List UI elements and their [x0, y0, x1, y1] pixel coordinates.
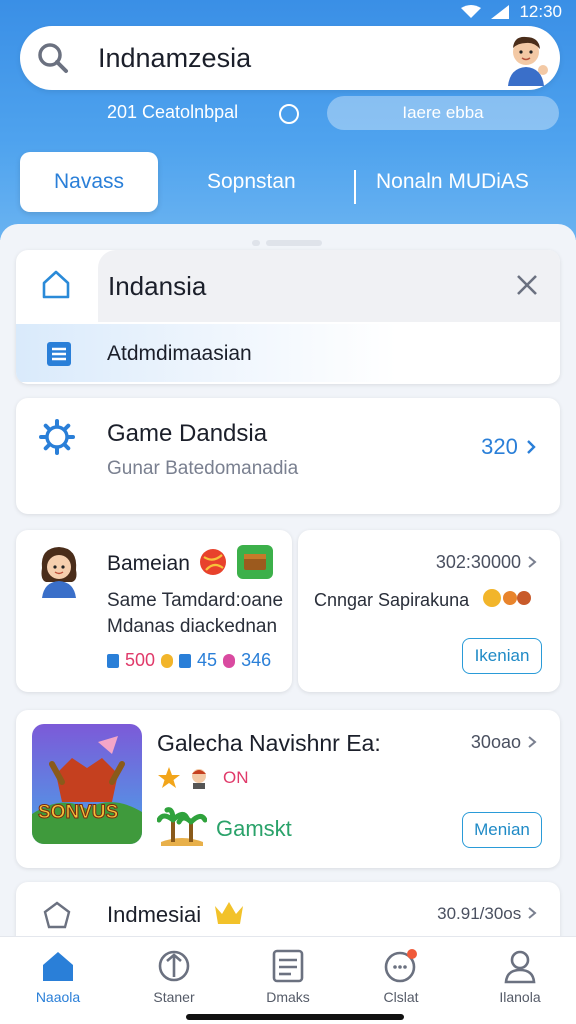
location-label: 201 Ceatolnbpal [107, 102, 239, 122]
nav-label: Clslat [383, 989, 419, 1005]
home-icon [42, 270, 70, 299]
tab-bar: Navass Sopnstan Nonaln MUDiAS [20, 152, 560, 214]
close-icon[interactable] [514, 272, 540, 298]
feature-card-number: 30oao [470, 732, 521, 752]
ball-icon [200, 549, 226, 575]
user-card-line2: Mdanas diackednan [107, 616, 278, 637]
app-header: 12:30 Indnamzesia 201 Ceatolnbpal Iaere … [0, 0, 576, 240]
wifi-icon [461, 5, 482, 18]
game-artwork[interactable]: SONVUS [32, 724, 142, 844]
palm-island-icon [157, 807, 207, 846]
filter-pill[interactable]: Iaere ebba [327, 96, 559, 130]
game-card-title: Game Dandsia [107, 420, 268, 447]
nav-label: Naaola [35, 989, 81, 1005]
user-card-title: Bameian [107, 552, 190, 575]
stat-file-icon [107, 653, 119, 668]
sheet-handle[interactable] [252, 240, 324, 246]
chevron-right-icon [528, 556, 537, 568]
nav-label: Staner [153, 989, 195, 1005]
location-row: 201 Ceatolnbpal Iaere ebba [0, 96, 576, 130]
suggestion-row-label: Atdmdimaasian [107, 342, 252, 365]
search-icon[interactable] [36, 41, 70, 75]
gear-icon [39, 419, 75, 455]
profile-icon [504, 950, 536, 984]
chat-icon [384, 949, 417, 983]
stat-2: 45 [197, 650, 218, 670]
feature-card-label: Gamskt [216, 816, 292, 841]
list-card-title: Indmesiai [107, 902, 202, 927]
list-card-number-row: 30.91/30os [437, 904, 538, 924]
tab-nonaln-mudias[interactable]: Nonaln MUDiAS [376, 152, 529, 212]
game-artwork-text: SONVUS [37, 802, 119, 824]
emoji-cluster-icon [483, 589, 531, 607]
bottom-nav: Naaola Staner Dmaks Clslat Ilanola [0, 936, 576, 1024]
user-avatar-icon[interactable] [498, 30, 554, 86]
document-icon [47, 342, 71, 366]
promo-card-button[interactable]: Ikenian [462, 638, 542, 674]
user-card-line1: Same Tamdard:oane [107, 590, 284, 611]
tab-sopnstan[interactable]: Sopnstan [207, 152, 296, 212]
home-icon [43, 952, 73, 981]
game-card-count[interactable]: 320 [481, 434, 538, 460]
nav-label: Ilanola [499, 989, 541, 1005]
star-icon [158, 767, 180, 788]
nav-label: Dmaks [266, 989, 310, 1005]
nav-item-dmaks[interactable]: Dmaks [240, 947, 336, 1005]
pentagon-icon [43, 901, 71, 929]
search-input[interactable]: Indnamzesia [98, 43, 498, 74]
chevron-right-icon [528, 907, 537, 919]
stat-heart-icon [223, 653, 236, 668]
game-box-icon [237, 545, 273, 579]
stat-1: 500 [125, 650, 156, 670]
promo-card-number-row: 302:30000 [436, 552, 538, 573]
feature-card-status: ON [223, 768, 249, 787]
nav-item-naaola[interactable]: Naaola [10, 947, 106, 1005]
game-card[interactable]: Game Dandsia Gunar Batedomanadia 320 [16, 398, 560, 514]
signal-icon [491, 5, 510, 19]
tab-navass[interactable]: Navass [20, 152, 158, 212]
stat-3: 346 [241, 650, 272, 670]
girl-avatar-icon [41, 547, 77, 598]
status-bar: 12:30 [461, 2, 562, 22]
promo-card[interactable]: 302:30000 Cnngar Sapirakuna Ikenian [298, 530, 560, 692]
search-suggestions-card: Indansia Atdmdimaasian [16, 250, 560, 384]
feature-card-number-row: 30oao [471, 732, 538, 753]
list-icon [272, 949, 304, 983]
nav-item-ilanola[interactable]: Ilanola [472, 947, 568, 1005]
tab-divider [354, 170, 356, 204]
stat-b-icon [179, 653, 192, 668]
shield-icon [158, 950, 190, 982]
list-card-number: 30.91/30os [437, 904, 522, 923]
feature-card-badges: ON [157, 766, 249, 790]
chevron-right-icon [527, 440, 536, 454]
search-bar[interactable]: Indnamzesia [20, 26, 560, 90]
chevron-right-icon [528, 736, 537, 748]
promo-card-number: 302:30000 [435, 552, 521, 572]
nav-item-staner[interactable]: Staner [126, 947, 222, 1005]
game-card-subtitle: Gunar Batedomanadia [107, 458, 299, 479]
suggestion-query: Indansia [108, 271, 207, 301]
suggestion-row[interactable]: Atdmdimaasian [16, 324, 560, 382]
crown-icon [215, 902, 243, 924]
promo-card-line1: Cnngar Sapirakuna [314, 590, 470, 610]
stat-star-icon [161, 653, 174, 668]
game-card-count-value: 320 [481, 434, 518, 459]
user-card-stats: 500 45 346 [107, 650, 271, 671]
feature-card-title: Galecha Navishnr Ea: [157, 730, 381, 756]
character-icon [192, 769, 206, 789]
nav-item-clslat[interactable]: Clslat [353, 947, 449, 1005]
feature-card-button[interactable]: Menian [462, 812, 542, 848]
user-card[interactable]: Bameian Same Tamdard:oane Mdanas diacked… [16, 530, 292, 692]
home-indicator[interactable] [186, 1014, 404, 1020]
suggestion-query-field[interactable]: Indansia [98, 250, 560, 322]
radio-indicator[interactable] [279, 104, 299, 124]
feature-card[interactable]: SONVUS Galecha Navishnr Ea: 30oao ON Gam… [16, 710, 560, 868]
status-time: 12:30 [519, 2, 562, 21]
